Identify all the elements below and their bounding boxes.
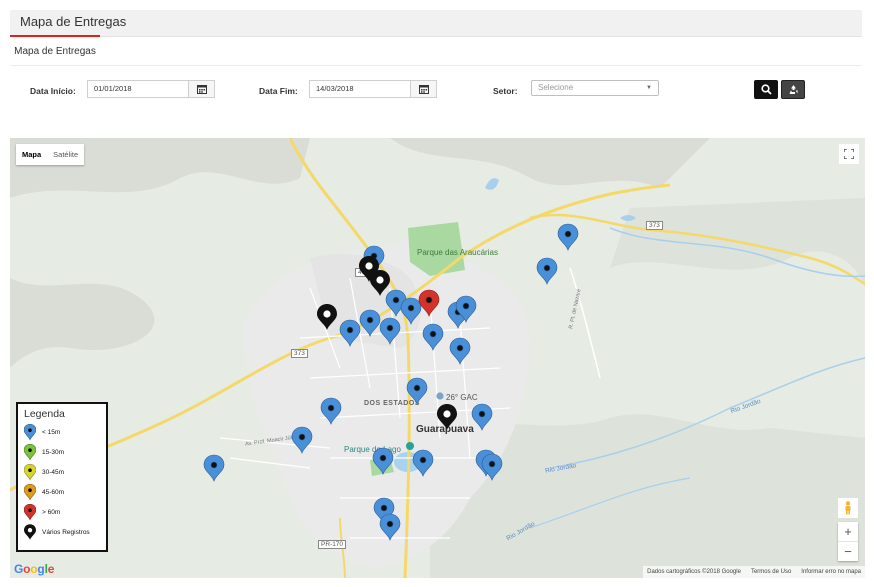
end-date-label: Data Fim: — [259, 86, 298, 96]
delivery-marker-blue[interactable] — [339, 319, 361, 347]
start-date-label: Data Início: — [30, 86, 76, 96]
terms-link[interactable]: Termos de Uso — [751, 566, 791, 578]
map-type-map-button[interactable]: Mapa — [16, 144, 47, 165]
map-type-satellite-button[interactable]: Satélite — [47, 144, 84, 165]
map-legend: Legenda < 15m 15-30m 30-45m 45-60m > 60m… — [16, 402, 108, 552]
map-type-control: Mapa Satélite — [16, 144, 85, 165]
delivery-marker-blue[interactable] — [359, 309, 381, 337]
map-attribution: Dados cartográficos ©2018 Google Termos … — [643, 566, 865, 578]
legend-item: 15-30m — [24, 442, 100, 462]
end-date-field[interactable]: 14/03/2018 — [309, 80, 437, 98]
delivery-marker-multiple[interactable] — [437, 404, 457, 430]
tab-mapa-de-entregas[interactable]: Mapa de Entregas — [10, 35, 100, 65]
tab-bar: Mapa de Entregas — [10, 35, 862, 66]
zoom-control: + − — [838, 522, 858, 561]
delivery-marker-blue[interactable] — [291, 426, 313, 454]
fullscreen-icon — [844, 149, 854, 159]
legend-title: Legenda — [24, 408, 65, 420]
chevron-down-icon: ▼ — [646, 85, 652, 91]
delivery-marker-blue[interactable] — [320, 397, 342, 425]
fullscreen-button[interactable] — [839, 144, 859, 164]
legend-label: 45-60m — [42, 488, 65, 496]
search-icon — [760, 84, 772, 95]
delivery-marker-red[interactable] — [418, 289, 440, 317]
sector-select[interactable]: Selecione ▼ — [531, 80, 659, 96]
delivery-marker-blue[interactable] — [412, 449, 434, 477]
legend-label: < 15m — [42, 428, 61, 436]
marker-green-icon — [24, 444, 36, 460]
page-header: Mapa de Entregas — [10, 10, 862, 37]
legend-label: 30-45m — [42, 468, 65, 476]
zoom-in-button[interactable]: + — [838, 522, 858, 541]
attribution-data: Dados cartográficos ©2018 Google — [647, 569, 741, 575]
marker-yellow-icon — [24, 464, 36, 480]
delivery-marker-multiple[interactable] — [317, 304, 337, 330]
search-button[interactable] — [754, 80, 778, 99]
delivery-marker-blue[interactable] — [481, 453, 503, 481]
marker-blue-icon — [24, 424, 36, 440]
pegman-icon — [845, 501, 851, 515]
street-view-button[interactable] — [838, 498, 858, 518]
legend-label: Vários Registros — [42, 528, 90, 536]
google-logo: Google — [14, 562, 55, 576]
delivery-marker-blue[interactable] — [536, 257, 558, 285]
delivery-marker-blue[interactable] — [379, 317, 401, 345]
tab-label: Mapa de Entregas — [14, 45, 96, 57]
delivery-map[interactable]: Parque das Araucárias 26° GAC DOS ESTADO… — [10, 138, 865, 578]
recycle-icon — [789, 85, 798, 94]
delivery-marker-blue[interactable] — [379, 513, 401, 541]
delivery-marker-multiple[interactable] — [370, 270, 390, 296]
legend-item: 45-60m — [24, 482, 100, 502]
sector-label: Setor: — [493, 86, 518, 96]
start-date-field[interactable]: 01/01/2018 — [87, 80, 215, 98]
calendar-icon[interactable] — [410, 81, 436, 97]
zoom-out-button[interactable]: − — [838, 541, 858, 561]
legend-label: > 60m — [42, 508, 61, 516]
report-error-link[interactable]: Informar erro no mapa — [801, 566, 861, 578]
delivery-marker-blue[interactable] — [400, 297, 422, 325]
reset-button[interactable] — [781, 80, 805, 99]
legend-item: > 60m — [24, 502, 100, 522]
delivery-marker-blue[interactable] — [449, 337, 471, 365]
sector-select-value: Selecione — [538, 83, 574, 92]
delivery-marker-blue[interactable] — [203, 454, 225, 482]
markers-layer — [203, 223, 579, 541]
page-title: Mapa de Entregas — [20, 14, 127, 29]
delivery-marker-blue[interactable] — [422, 323, 444, 351]
delivery-marker-blue[interactable] — [372, 447, 394, 475]
delivery-marker-blue[interactable] — [406, 377, 428, 405]
marker-black-icon — [24, 524, 36, 540]
start-date-input[interactable]: 01/01/2018 — [88, 81, 188, 97]
tab-active-indicator — [10, 35, 100, 37]
marker-red-icon — [24, 504, 36, 520]
legend-label: 15-30m — [42, 448, 65, 456]
marker-orange-icon — [24, 484, 36, 500]
calendar-icon[interactable] — [188, 81, 214, 97]
legend-item: Vários Registros — [24, 522, 100, 542]
legend-item: < 15m — [24, 422, 100, 442]
poi-pin-icon — [406, 392, 444, 450]
delivery-marker-blue[interactable] — [557, 223, 579, 251]
legend-item: 30-45m — [24, 462, 100, 482]
delivery-marker-blue[interactable] — [471, 403, 493, 431]
end-date-input[interactable]: 14/03/2018 — [310, 81, 410, 97]
